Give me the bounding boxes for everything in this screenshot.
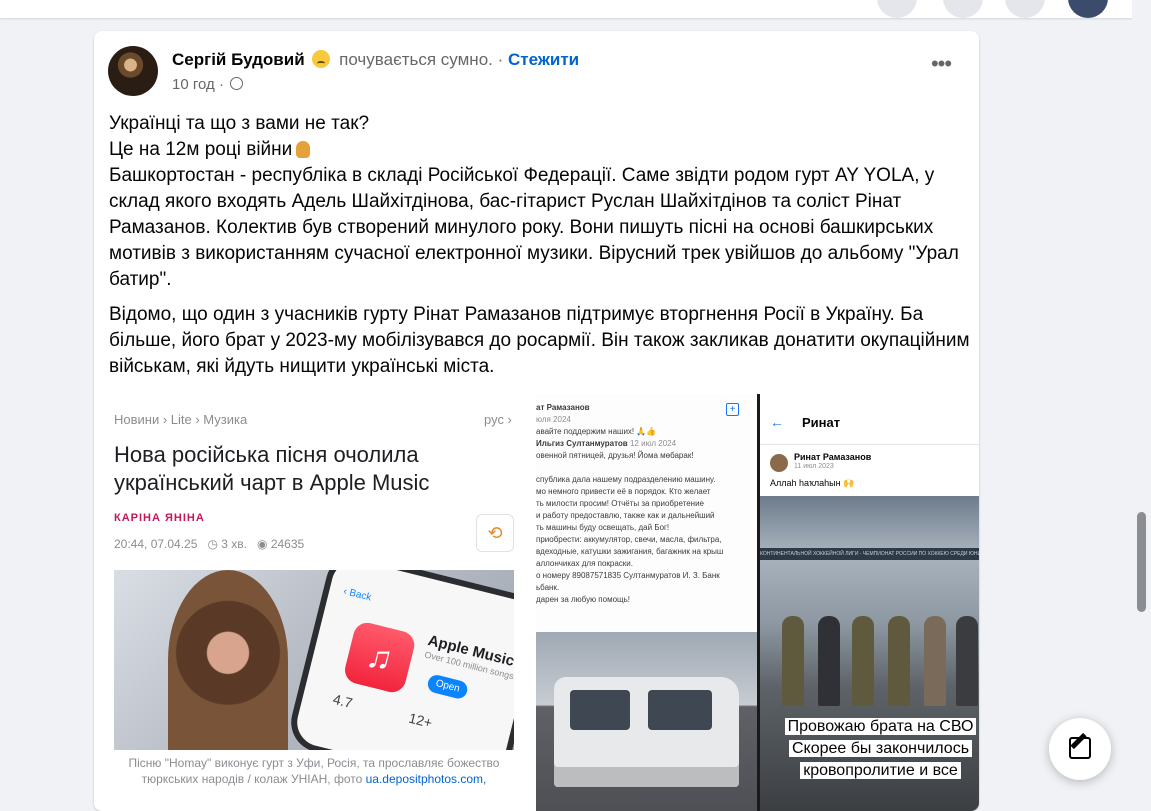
story-overlay-text: Провожаю брата на СВО Скорее бы закончил… <box>771 716 990 782</box>
phone-back-label: ‹ Back <box>342 585 373 604</box>
post-line-2: Це на 12м році війни <box>109 137 971 163</box>
post-text: Українці та що з вами не так? Це на 12м … <box>109 111 971 389</box>
read-time: 3 хв. <box>221 537 247 551</box>
globe-icon <box>230 77 244 90</box>
article-screenshot[interactable]: Новини › Lite › Музика рус › Нова російс… <box>94 394 535 811</box>
eye-icon: ◉ <box>257 537 268 551</box>
post-line-1: Українці та що з вами не так? <box>109 113 370 134</box>
photo-caption: Пісню "Homay" виконує гурт з Уфи, Росія,… <box>128 756 500 786</box>
truck-window <box>570 690 630 730</box>
app-rating: 4.7 <box>331 690 355 711</box>
app-open-button: Open <box>425 673 470 701</box>
share-icon: ⟲ <box>476 514 514 552</box>
clock-icon: ◷ <box>207 537 218 551</box>
more-options-button[interactable]: ••• <box>928 53 954 82</box>
phone-mockup: ‹ Back ♫ Apple Music Over 100 million so… <box>292 570 514 750</box>
story-text: Аллаh һаҡлаһын 🙌 <box>770 478 855 488</box>
soldier-figure <box>852 616 874 706</box>
singer-photo <box>168 570 288 750</box>
meta-separator: · <box>218 76 224 93</box>
arena-banner: КОНТИНЕНТАЛЬНОЙ ХОККЕЙНОЙ ЛИГИ - ЧЕМПИОН… <box>760 548 979 560</box>
post-card: Сергій Будовий почувається сумно. · Стеж… <box>94 31 979 811</box>
header-separator: · <box>497 50 504 69</box>
music-note-icon: ♫ <box>342 619 418 696</box>
app-age-rating: 12+ <box>407 709 435 731</box>
thinking-person-icon <box>296 141 311 158</box>
story-date: 11 июл 2023 <box>794 463 834 470</box>
back-arrow-icon: ← <box>770 414 784 430</box>
article-photo: ‹ Back ♫ Apple Music Over 100 million so… <box>114 570 514 750</box>
chat-screenshot[interactable]: ат Рамазанов юля 2024 авайте поддержим н… <box>536 394 757 811</box>
story-header: ← Ринат <box>760 394 979 445</box>
view-count: 24635 <box>270 537 305 551</box>
menu-icon[interactable] <box>877 0 917 18</box>
messenger-icon[interactable] <box>943 0 983 18</box>
truck-window <box>648 690 712 730</box>
article-title: Нова російська пісня очолила український… <box>114 442 430 495</box>
author-name[interactable]: Сергій Будовий <box>172 50 305 69</box>
soldier-figure <box>818 616 840 706</box>
post-header: Сергій Будовий почувається сумно. · Стеж… <box>172 50 579 70</box>
post-meta: 10 год · <box>172 76 244 93</box>
article-date: 20:44, 07.04.25 <box>114 537 198 551</box>
soldier-figure <box>956 616 978 706</box>
author-avatar[interactable] <box>108 46 158 96</box>
top-navigation-bar <box>0 0 1132 18</box>
truck-photo <box>536 632 757 811</box>
soldier-figure <box>782 616 804 706</box>
profile-avatar[interactable] <box>1068 0 1108 18</box>
soldier-figure <box>888 616 910 706</box>
mini-avatar <box>770 454 788 472</box>
compose-message-button[interactable] <box>1049 718 1111 780</box>
article-stats: 20:44, 07.04.25 ◷ 3 хв. ◉ 24635 <box>114 537 304 551</box>
post-paragraph-2: Відомо, що один з учасників гурту Рінат … <box>109 304 970 377</box>
feeling-text: почувається сумно. <box>339 50 493 69</box>
add-icon: + <box>726 403 739 416</box>
article-author: КАРІНА ЯНІНА <box>114 512 205 524</box>
story-title: Ринат <box>802 415 841 430</box>
post-line-3: Башкортостан - республіка в складі Росій… <box>109 165 959 290</box>
scrollbar-thumb[interactable] <box>1137 512 1146 612</box>
soldier-figure <box>924 616 946 706</box>
sad-face-icon <box>312 50 331 68</box>
story-author: Ринат Рамазанов <box>794 452 872 462</box>
breadcrumb: Новини › Lite › Музика <box>114 412 248 427</box>
post-time[interactable]: 10 год <box>172 76 215 93</box>
chat-text: ат Рамазанов юля 2024 авайте поддержим н… <box>536 403 724 604</box>
scrollbar-track[interactable] <box>1132 0 1151 788</box>
follow-button[interactable]: Стежити <box>508 50 579 69</box>
caption-link: ua.depositphotos.com, <box>365 772 487 786</box>
language-switch: рус › <box>484 412 512 427</box>
notifications-icon[interactable] <box>1005 0 1045 18</box>
